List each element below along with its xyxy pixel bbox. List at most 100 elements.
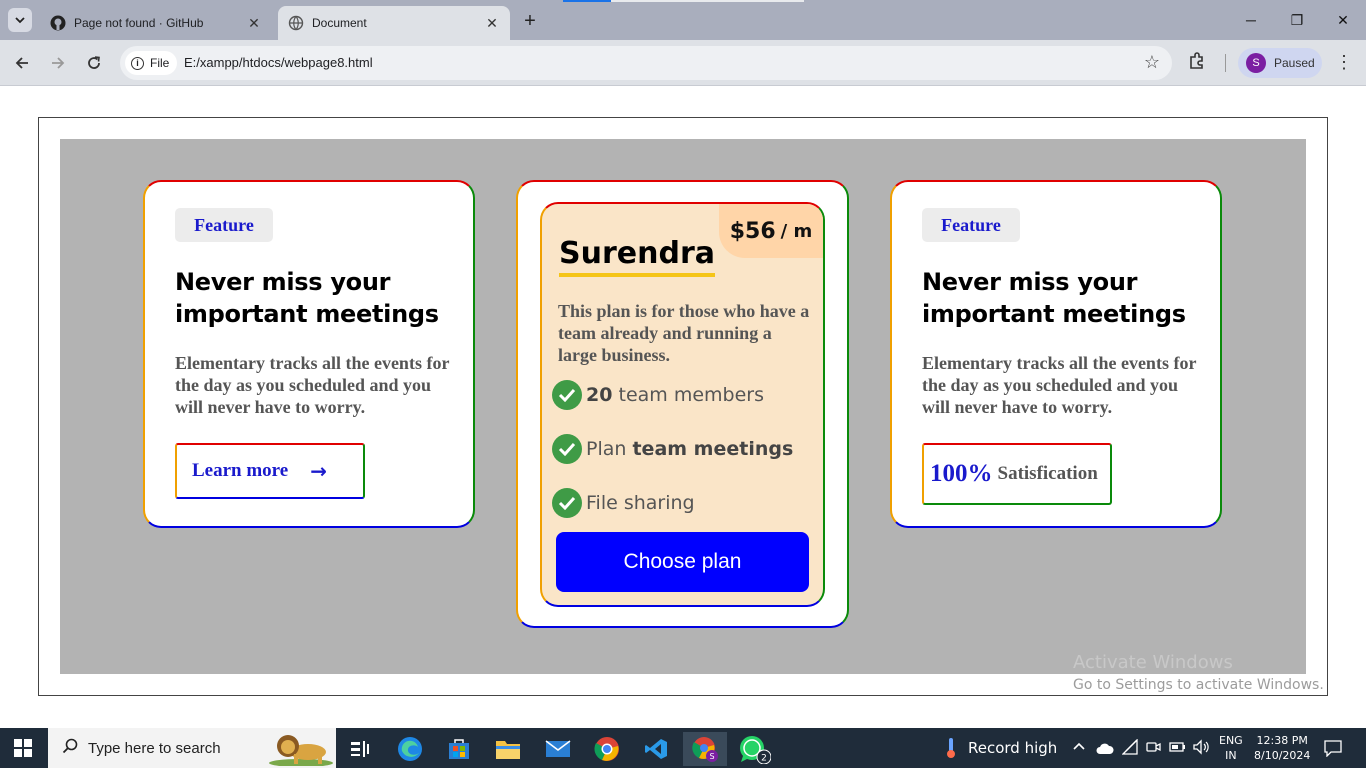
price-amount: $56 xyxy=(729,218,776,244)
toolbar-divider xyxy=(1225,54,1226,72)
thermometer-icon xyxy=(947,738,955,758)
chrome-icon[interactable] xyxy=(585,732,629,766)
new-tab-button[interactable]: + xyxy=(518,10,542,32)
github-icon xyxy=(50,15,66,31)
address-bar[interactable]: i File E:/xampp/htdocs/webpage8.html ☆ xyxy=(120,46,1172,80)
globe-icon xyxy=(288,15,304,31)
extensions-puzzle-icon[interactable] xyxy=(1188,52,1206,75)
feature-item: File sharing xyxy=(552,488,695,518)
feature-badge: Feature xyxy=(175,208,273,242)
card-heading: Never miss your important meetings xyxy=(922,268,1186,328)
lion-illustration-icon xyxy=(268,730,334,767)
bookmark-star-icon[interactable]: ☆ xyxy=(1144,52,1160,73)
avatar: S xyxy=(1246,53,1266,73)
tab-strip: Page not found · GitHub ✕ Document ✕ + ─… xyxy=(0,0,1366,40)
mail-icon[interactable] xyxy=(536,732,580,766)
page-frame: Feature Never miss your important meetin… xyxy=(38,117,1328,696)
pricing-card-inner: $56 / m Surendra This plan is for those … xyxy=(540,202,825,607)
file-explorer-icon[interactable] xyxy=(486,732,530,766)
cards-container: Feature Never miss your important meetin… xyxy=(60,139,1306,674)
activate-windows-watermark: Activate Windows Go to Settings to activ… xyxy=(1073,652,1324,693)
meet-now-icon[interactable] xyxy=(1145,739,1161,759)
task-view-icon[interactable] xyxy=(338,732,382,766)
back-button[interactable] xyxy=(9,50,35,76)
minimize-button[interactable]: ─ xyxy=(1236,8,1266,32)
tab-strip-highlight xyxy=(611,0,804,2)
whatsapp-badge: 2 xyxy=(761,754,767,764)
site-chip-label: File xyxy=(150,56,170,70)
check-circle-icon xyxy=(552,380,582,410)
chevron-down-icon xyxy=(15,16,25,23)
battery-icon[interactable] xyxy=(1168,739,1186,759)
browser-toolbar: i File E:/xampp/htdocs/webpage8.html ☆ xyxy=(0,40,1366,86)
satisfaction-label: Satisfication xyxy=(997,463,1098,484)
choose-plan-button[interactable]: Choose plan xyxy=(556,532,809,592)
reload-button[interactable] xyxy=(81,50,107,76)
region-code: IN xyxy=(1225,749,1237,762)
pricing-card: $56 / m Surendra This plan is for those … xyxy=(516,180,849,628)
feature-card-right: Feature Never miss your important meetin… xyxy=(890,180,1222,528)
arrow-right-icon: → xyxy=(310,459,327,483)
whatsapp-icon[interactable]: 2 xyxy=(732,732,776,766)
windows-start-icon[interactable] xyxy=(14,739,32,757)
profile-status: Paused xyxy=(1274,56,1315,70)
watermark-subtitle: Go to Settings to activate Windows. xyxy=(1073,677,1324,693)
card-description: Elementary tracks all the events for the… xyxy=(175,353,450,417)
clock-date: 8/10/2024 xyxy=(1254,749,1311,762)
tab-document[interactable]: Document ✕ xyxy=(278,6,510,40)
feature-text: Plan xyxy=(586,438,633,460)
web-page: Feature Never miss your important meetin… xyxy=(0,87,1366,728)
tab-close-icon[interactable]: ✕ xyxy=(482,13,502,33)
plan-description: This plan is for those who have a team a… xyxy=(558,301,810,365)
url-text[interactable]: E:/xampp/htdocs/webpage8.html xyxy=(184,55,373,70)
weather-text: Record high xyxy=(968,739,1058,757)
close-window-button[interactable]: ✕ xyxy=(1328,8,1358,32)
feature-bold: team meetings xyxy=(632,438,794,460)
weather-widget[interactable]: Record high xyxy=(944,737,1057,759)
arrow-left-icon xyxy=(15,57,28,69)
microsoft-store-icon[interactable] xyxy=(437,732,481,766)
tab-close-icon[interactable]: ✕ xyxy=(244,13,264,33)
learn-more-label: Learn more xyxy=(192,460,289,481)
taskbar: Type here to search S 2 Record high ENG … xyxy=(0,728,1366,768)
feature-badge: Feature xyxy=(922,208,1020,242)
svg-text:S: S xyxy=(709,752,714,761)
profile-button[interactable]: S Paused xyxy=(1238,48,1322,78)
edge-icon[interactable] xyxy=(388,732,432,766)
search-placeholder: Type here to search xyxy=(88,739,221,757)
vscode-icon[interactable] xyxy=(634,732,678,766)
tab-loading-accent xyxy=(563,0,611,2)
tray-overflow-chevron-icon[interactable] xyxy=(1072,739,1086,755)
network-icon[interactable] xyxy=(1121,738,1138,759)
tab-search-button[interactable] xyxy=(8,8,32,32)
language-indicator[interactable]: ENG IN xyxy=(1219,733,1243,763)
info-icon: i xyxy=(131,56,144,70)
plan-name: Surendra xyxy=(559,236,715,277)
notifications-icon[interactable] xyxy=(1324,739,1342,761)
price-tag: $56 / m xyxy=(719,204,823,258)
check-circle-icon xyxy=(552,434,582,464)
check-circle-icon xyxy=(552,488,582,518)
feature-bold: 20 xyxy=(586,384,613,406)
clock[interactable]: 12:38 PM 8/10/2024 xyxy=(1254,733,1310,763)
volume-icon[interactable] xyxy=(1192,739,1210,759)
feature-card-left: Feature Never miss your important meetin… xyxy=(143,180,475,528)
feature-text: team members xyxy=(612,384,764,406)
learn-more-button[interactable]: Learn more → xyxy=(175,443,365,499)
tab-title: Document xyxy=(312,16,367,30)
site-info-chip[interactable]: i File xyxy=(125,51,178,75)
forward-button[interactable] xyxy=(45,50,71,76)
search-icon xyxy=(62,738,78,759)
tab-title: Page not found · GitHub xyxy=(74,16,204,30)
onedrive-cloud-icon[interactable] xyxy=(1096,740,1114,759)
chrome-profile-icon[interactable]: S xyxy=(683,732,727,766)
arrow-right-icon xyxy=(52,57,65,69)
feature-item: 20 team members xyxy=(552,380,764,410)
clock-time: 12:38 PM xyxy=(1256,734,1308,747)
more-menu-icon[interactable]: ⋮ xyxy=(1335,52,1353,73)
restore-button[interactable]: ❐ xyxy=(1282,8,1312,32)
tab-github[interactable]: Page not found · GitHub ✕ xyxy=(40,6,272,40)
feature-item: Plan team meetings xyxy=(552,434,793,464)
satisfaction-percent: 100% xyxy=(930,460,993,487)
satisfaction-box: 100% Satisfication xyxy=(922,443,1112,505)
